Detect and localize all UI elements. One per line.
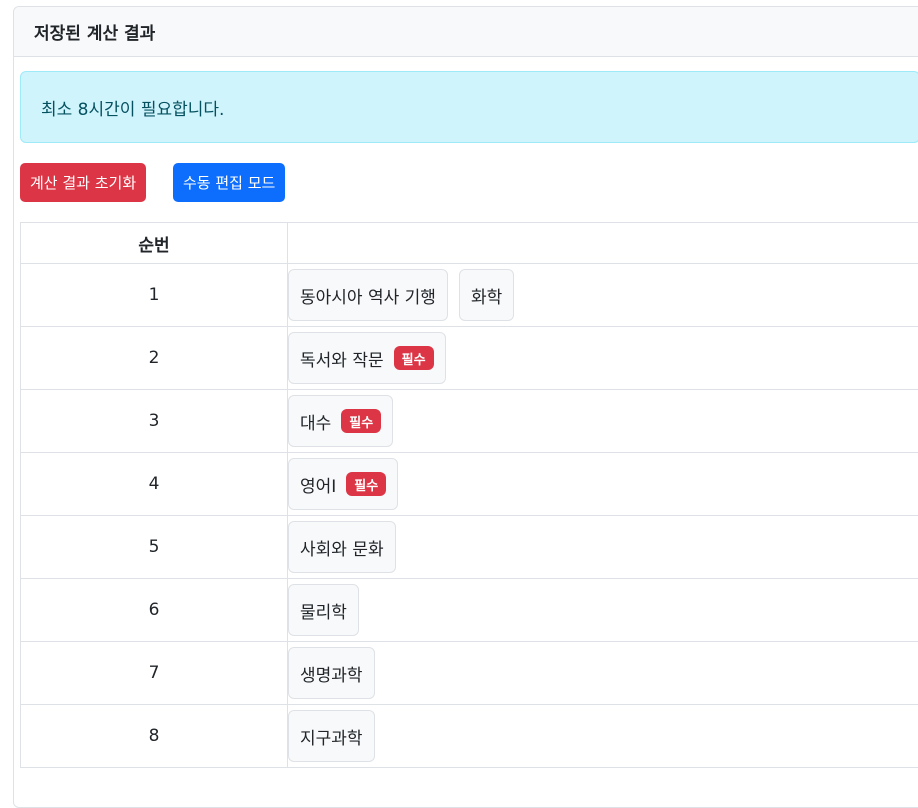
subject-list: 생명과학 <box>288 647 918 699</box>
subjects-cell: 대수 필수 <box>288 390 918 453</box>
table-row: 7 생명과학 <box>21 642 918 705</box>
subject-item[interactable]: 대수 필수 <box>288 395 393 447</box>
subject-item[interactable]: 생명과학 <box>288 647 375 699</box>
subjects-cell: 생명과학 <box>288 642 918 705</box>
subject-list: 사회와 문화 <box>288 521 918 573</box>
table-row: 6 물리학 <box>21 579 918 642</box>
subject-list: 물리학 <box>288 584 918 636</box>
row-number: 4 <box>21 453 288 516</box>
manual-edit-button[interactable]: 수동 편집 모드 <box>173 163 285 202</box>
subject-item[interactable]: 사회와 문화 <box>288 521 396 573</box>
row-number: 3 <box>21 390 288 453</box>
table-row: 8 지구과학 <box>21 705 918 768</box>
table-header-row: 순번 <box>21 223 918 264</box>
row-number: 8 <box>21 705 288 768</box>
subject-name: 화학 <box>471 283 502 308</box>
card-title: 저장된 계산 결과 <box>14 7 918 57</box>
subjects-cell: 독서와 작문 필수 <box>288 327 918 390</box>
subject-list: 대수 필수 <box>288 395 918 447</box>
required-badge: 필수 <box>341 409 381 433</box>
subjects-cell: 지구과학 <box>288 705 918 768</box>
table-row: 1 동아시아 역사 기행 화학 <box>21 264 918 327</box>
required-badge: 필수 <box>346 472 386 496</box>
subject-list: 지구과학 <box>288 710 918 762</box>
column-header-subjects <box>288 223 918 264</box>
subject-item[interactable]: 지구과학 <box>288 710 375 762</box>
table-row: 4 영어I 필수 <box>21 453 918 516</box>
subject-name: 생명과학 <box>300 661 363 686</box>
subject-name: 사회와 문화 <box>300 535 384 560</box>
subject-name: 영어I <box>300 472 336 497</box>
subjects-cell: 물리학 <box>288 579 918 642</box>
subjects-cell: 영어I 필수 <box>288 453 918 516</box>
row-number: 6 <box>21 579 288 642</box>
info-alert: 최소 8시간이 필요합니다. <box>20 71 918 143</box>
row-number: 1 <box>21 264 288 327</box>
subject-list: 독서와 작문 필수 <box>288 332 918 384</box>
subjects-cell: 동아시아 역사 기행 화학 <box>288 264 918 327</box>
subject-name: 독서와 작문 <box>300 346 384 371</box>
subject-item[interactable]: 독서와 작문 필수 <box>288 332 446 384</box>
required-badge: 필수 <box>394 346 434 370</box>
subject-list: 동아시아 역사 기행 화학 <box>288 269 918 321</box>
reset-results-button[interactable]: 계산 결과 초기화 <box>20 163 146 202</box>
table-row: 2 독서와 작문 필수 <box>21 327 918 390</box>
subject-item[interactable]: 물리학 <box>288 584 359 636</box>
results-table: 순번 1동아시아 역사 기행화학2독서와 작문필수3대수필수4영어I필수5사회와… <box>20 222 918 768</box>
subject-name: 물리학 <box>300 598 347 623</box>
subject-list: 영어I 필수 <box>288 458 918 510</box>
subject-name: 대수 <box>300 409 331 434</box>
table-row: 5 사회와 문화 <box>21 516 918 579</box>
row-number: 2 <box>21 327 288 390</box>
row-number: 7 <box>21 642 288 705</box>
subject-name: 지구과학 <box>300 724 363 749</box>
table-row: 3 대수 필수 <box>21 390 918 453</box>
alert-message: 최소 8시간이 필요합니다. <box>41 95 224 120</box>
subject-item[interactable]: 영어I 필수 <box>288 458 398 510</box>
subject-item[interactable]: 동아시아 역사 기행 <box>288 269 448 321</box>
column-header-order: 순번 <box>21 223 288 264</box>
subject-item[interactable]: 화학 <box>459 269 514 321</box>
row-number: 5 <box>21 516 288 579</box>
subject-name: 동아시아 역사 기행 <box>300 283 436 308</box>
subjects-cell: 사회와 문화 <box>288 516 918 579</box>
